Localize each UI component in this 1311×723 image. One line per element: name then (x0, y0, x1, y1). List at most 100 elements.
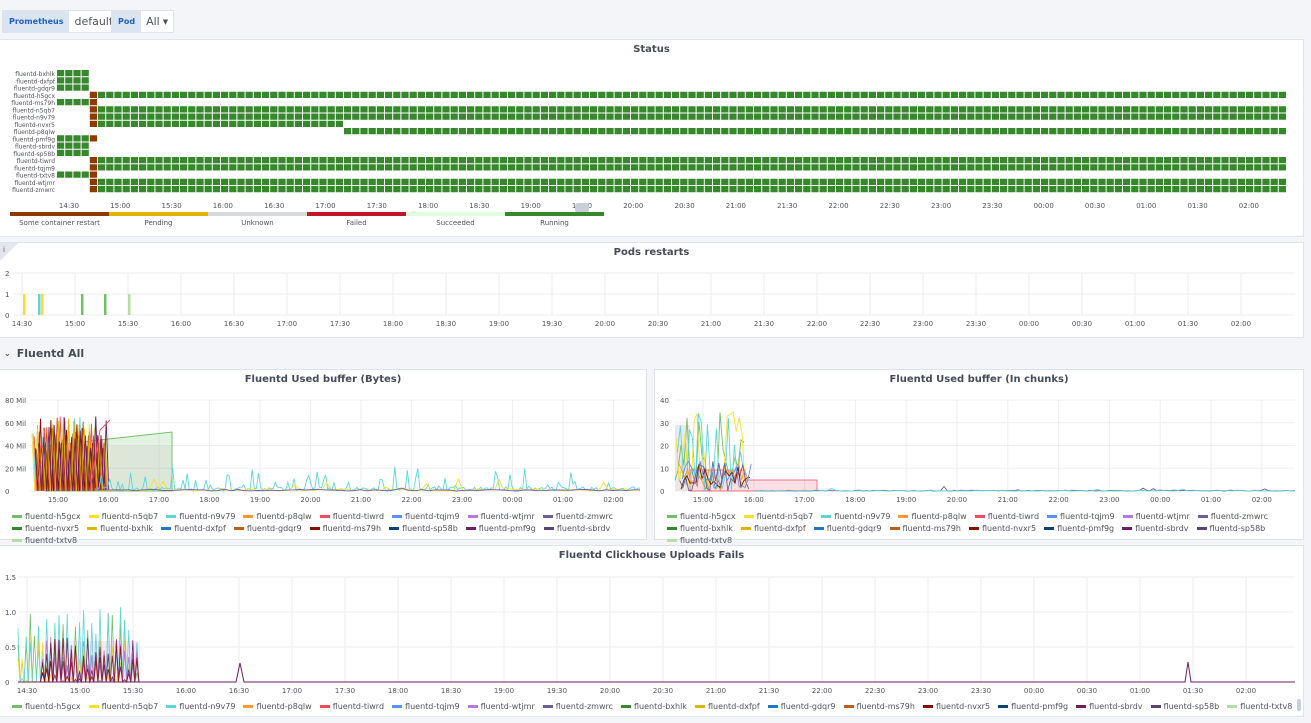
status-cell (540, 113, 548, 120)
status-cell (1196, 157, 1204, 164)
legend-item[interactable]: fluentd-sbrdv (543, 524, 610, 533)
legend-item[interactable]: fluentd-p8qlw (898, 512, 967, 521)
status-cell (491, 164, 499, 171)
legend-item[interactable]: fluentd-zmwrc (542, 702, 613, 711)
legend-item[interactable]: fluentd-bxhlk (621, 702, 687, 711)
status-cell (827, 164, 835, 171)
status-cell (270, 178, 278, 185)
status-cell (1180, 157, 1188, 164)
legend-item[interactable]: fluentd-n5qb7 (88, 702, 158, 711)
status-cell (491, 178, 499, 185)
legend-item[interactable]: fluentd-pmf9g (1044, 524, 1114, 533)
legend-item[interactable]: fluentd-wtjmr (467, 512, 535, 521)
legend-item[interactable]: fluentd-dxfpf (694, 702, 760, 711)
status-cell (1000, 128, 1008, 135)
legend-item[interactable]: fluentd-sp58b (1150, 702, 1219, 711)
legend-item[interactable]: fluentd-tiwrd (319, 512, 384, 521)
legend-item[interactable]: fluentd-txtv8 (1227, 702, 1292, 711)
status-cell (844, 164, 852, 171)
status-cell (450, 178, 458, 185)
status-cell (114, 120, 122, 127)
legend-item[interactable]: fluentd-gdqr9 (233, 524, 302, 533)
status-cell (1065, 106, 1073, 113)
legend-item[interactable]: fluentd-p8qlw (243, 512, 312, 521)
legend-item[interactable]: fluentd-ms79h (309, 524, 381, 533)
status-cell (163, 164, 171, 171)
legend-scrollbar[interactable] (1297, 699, 1301, 711)
legend-label: Pending (145, 219, 173, 227)
legend-item[interactable]: fluentd-nvxr5 (968, 524, 1036, 533)
y-tick: 80 Mil (5, 397, 26, 405)
pod-picker[interactable]: Pod All ▼ (111, 10, 175, 33)
legend-item[interactable]: fluentd-h5gcx (12, 512, 81, 521)
status-cell (1147, 186, 1155, 193)
legend-item[interactable]: fluentd-h5gcx (12, 702, 81, 711)
pod-select[interactable]: All ▼ (141, 15, 173, 28)
legend-item[interactable]: fluentd-zmwrc (542, 512, 613, 521)
legend-label: fluentd-nvxr5 (25, 524, 80, 533)
legend-item[interactable]: fluentd-gdqr9 (767, 702, 836, 711)
legend-item[interactable]: fluentd-sp58b (389, 524, 458, 533)
legend-label: fluentd-h5gcx (25, 512, 81, 521)
legend-item[interactable]: fluentd-dxfpf (740, 524, 806, 533)
legend-item[interactable]: fluentd-tqjm9 (392, 512, 460, 521)
legend-item[interactable]: fluentd-zmwrc (1197, 512, 1268, 521)
status-cell (532, 178, 540, 185)
status-cell (803, 186, 811, 193)
legend-item[interactable]: fluentd-dxfpf (161, 524, 226, 533)
status-cell (639, 186, 647, 193)
legend-item[interactable]: fluentd-pmf9g (465, 524, 536, 533)
status-cell (393, 178, 401, 185)
legend-item[interactable]: fluentd-tqjm9 (1047, 512, 1115, 521)
legend-item[interactable]: fluentd-bxhlk (87, 524, 153, 533)
legend-item[interactable]: fluentd-n5qb7 (88, 512, 158, 521)
legend-item[interactable]: fluentd-p8qlw (243, 702, 312, 711)
status-cell (139, 120, 147, 127)
status-cell (836, 178, 844, 185)
legend-item[interactable]: fluentd-txtv8 (12, 536, 77, 545)
legend-item[interactable]: fluentd-wtjmr (467, 702, 535, 711)
legend-item[interactable]: fluentd-ms79h (843, 702, 915, 711)
status-cell (885, 91, 893, 98)
status-cell (508, 113, 516, 120)
x-tick: 01:30 (1178, 320, 1198, 328)
legend-item[interactable]: fluentd-sbrdv (1076, 702, 1143, 711)
x-tick: 21:00 (998, 496, 1018, 504)
row-header-fluentd-all[interactable]: ⌄ Fluentd All (4, 347, 84, 360)
legend-item[interactable]: fluentd-n5qb7 (743, 512, 813, 521)
legend-item[interactable]: fluentd-n9v79 (821, 512, 890, 521)
legend-item[interactable]: fluentd-nvxr5 (12, 524, 79, 533)
legend-item[interactable]: fluentd-tiwrd (974, 512, 1039, 521)
legend-item[interactable]: fluentd-sbrdv (1122, 524, 1189, 533)
status-cell (1221, 128, 1229, 135)
status-cell (942, 186, 950, 193)
legend-item[interactable]: fluentd-gdqr9 (813, 524, 882, 533)
status-cell (106, 106, 114, 113)
status-cell (778, 157, 786, 164)
status-cell (721, 128, 729, 135)
status-cell (286, 91, 294, 98)
legend-item[interactable]: fluentd-wtjmr (1122, 512, 1190, 521)
legend-item[interactable]: fluentd-ms79h (889, 524, 961, 533)
legend-item[interactable]: fluentd-pmf9g (998, 702, 1068, 711)
datasource-picker[interactable]: Prometheus default▼ (2, 10, 128, 33)
status-cell (1262, 186, 1270, 193)
legend-item[interactable]: fluentd-n9v79 (166, 702, 235, 711)
status-cell (1114, 91, 1122, 98)
legend-item[interactable]: fluentd-nvxr5 (922, 702, 990, 711)
chunks-graph: 40302010015:00 16:00 17:00 18:00 19:00 20:00 2… (660, 397, 1296, 504)
status-cell (196, 178, 204, 185)
status-cell (1213, 186, 1221, 193)
legend-label: fluentd-txtv8 (680, 536, 733, 545)
status-cell (483, 157, 491, 164)
legend-item[interactable]: fluentd-sp58b (1196, 524, 1265, 533)
status-cell (967, 106, 975, 113)
legend-item[interactable]: fluentd-tiwrd (319, 702, 384, 711)
status-cell (1147, 164, 1155, 171)
legend-item[interactable]: fluentd-h5gcx (667, 512, 736, 521)
legend-item[interactable]: fluentd-txtv8 (667, 536, 732, 545)
legend-item[interactable]: fluentd-tqjm9 (392, 702, 460, 711)
legend-item[interactable]: fluentd-bxhlk (667, 524, 733, 533)
status-cell (81, 149, 89, 156)
legend-item[interactable]: fluentd-n9v79 (166, 512, 235, 521)
